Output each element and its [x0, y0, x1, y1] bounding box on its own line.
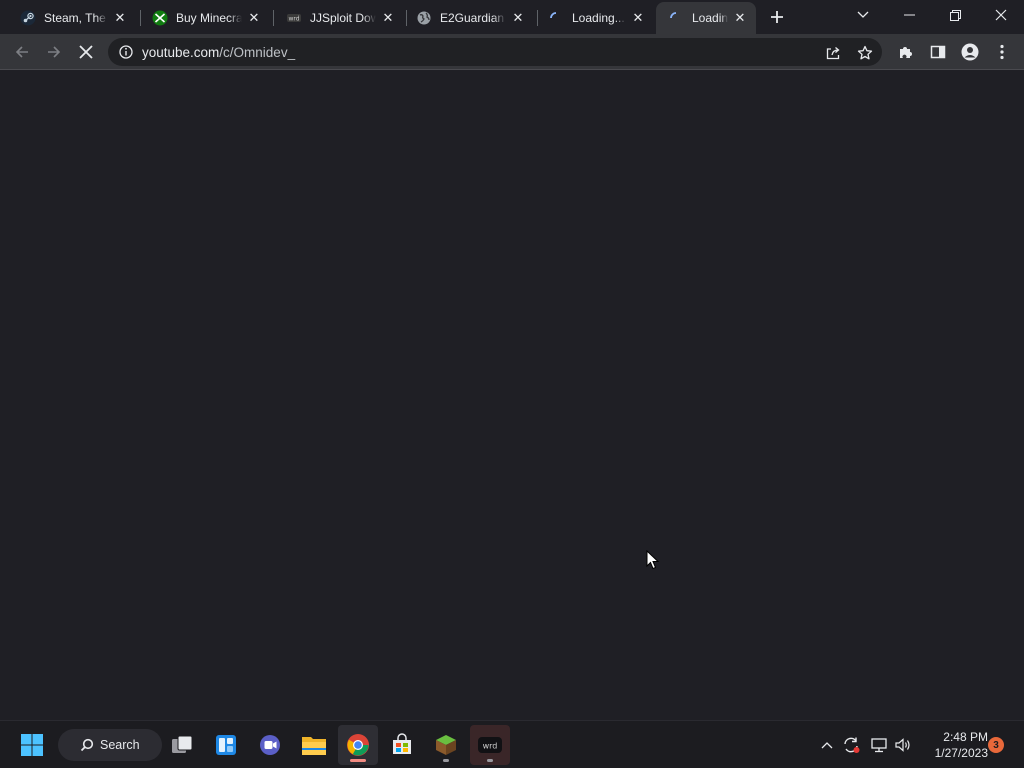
globe-icon [416, 10, 432, 26]
chrome-icon[interactable] [338, 725, 378, 765]
tab-close-icon[interactable]: ✕ [630, 10, 646, 26]
address-bar[interactable]: youtube.com/c/Omnidev_ [108, 38, 882, 66]
tab-close-icon[interactable]: ✕ [732, 10, 748, 26]
tab-title: Loading... [692, 11, 728, 25]
clock-date: 1/27/2023 [934, 746, 988, 760]
taskbar-search-button[interactable]: Search [58, 729, 162, 761]
restore-icon[interactable] [932, 0, 978, 30]
url-text[interactable]: youtube.com/c/Omnidev_ [142, 45, 295, 60]
teams-chat-icon[interactable] [250, 725, 290, 765]
menu-kebab-icon[interactable] [988, 38, 1016, 66]
minecraft-icon[interactable] [426, 725, 466, 765]
bookmark-star-icon[interactable] [856, 44, 874, 62]
active-app-indicator [350, 759, 366, 762]
tab-close-icon[interactable]: ✕ [510, 10, 526, 26]
search-label: Search [100, 738, 140, 752]
tab-close-icon[interactable]: ✕ [246, 10, 262, 26]
xbox-icon [152, 10, 168, 26]
clock-time: 2:48 PM [943, 730, 988, 744]
file-explorer-icon[interactable] [294, 725, 334, 765]
close-window-icon[interactable] [978, 0, 1024, 30]
steam-icon [20, 10, 36, 26]
side-panel-icon[interactable] [924, 38, 952, 66]
mouse-cursor-icon [646, 549, 660, 570]
wrd-app-icon[interactable]: wrd [470, 725, 510, 765]
tab-loading-1[interactable]: Loading... ✕ [536, 2, 654, 34]
tab-title: Loading... [572, 11, 625, 25]
back-arrow-icon[interactable] [8, 38, 36, 66]
task-view-icon[interactable] [162, 725, 202, 765]
extensions-puzzle-icon[interactable] [892, 38, 920, 66]
tab-e2guardian[interactable]: E2Guardian - Blocked ✕ [404, 2, 534, 34]
tab-minecraft[interactable]: Buy Minecraft ✕ [140, 2, 270, 34]
tab-search-chevron-down-icon[interactable] [840, 0, 886, 30]
stop-loading-icon[interactable] [72, 38, 100, 66]
tab-title: Buy Minecraft [176, 11, 242, 25]
site-info-icon[interactable] [118, 44, 134, 60]
url-path: /c/Omnidev_ [219, 44, 296, 60]
windows-start-icon[interactable] [12, 725, 52, 765]
tab-close-icon[interactable]: ✕ [112, 10, 128, 26]
wrd-icon: wrd [286, 10, 302, 26]
show-hidden-icons-chevron-up-icon[interactable] [816, 734, 838, 756]
loading-spinner-icon [668, 10, 684, 26]
tab-close-icon[interactable]: ✕ [380, 10, 396, 26]
notification-count-badge[interactable]: 3 [988, 737, 1004, 753]
share-icon[interactable] [824, 44, 842, 62]
browser-toolbar: youtube.com/c/Omnidev_ [0, 34, 1024, 70]
widgets-icon[interactable] [206, 725, 246, 765]
tab-title: JJSploit Download [310, 11, 376, 25]
tab-strip: Steam, The Ultimate Online Game Platform… [0, 0, 1024, 34]
new-tab-icon[interactable] [766, 6, 788, 28]
forward-arrow-icon[interactable] [40, 38, 68, 66]
sync-update-icon[interactable] [840, 734, 862, 756]
running-app-indicator [487, 759, 493, 762]
tab-title: Steam, The Ultimate Online Game Platform [44, 11, 108, 25]
tab-jjsploit[interactable]: wrd JJSploit Download ✕ [274, 2, 404, 34]
store-icon[interactable] [382, 725, 422, 765]
tab-title: E2Guardian - Blocked [440, 11, 506, 25]
loading-spinner-icon [548, 10, 564, 26]
search-icon [80, 738, 94, 752]
svg-text:wrd: wrd [483, 742, 498, 751]
network-icon[interactable] [868, 734, 890, 756]
tab-steam[interactable]: Steam, The Ultimate Online Game Platform… [8, 2, 136, 34]
profile-avatar-icon[interactable] [956, 38, 984, 66]
url-domain: youtube.com [142, 44, 220, 60]
taskbar: Search wrd 2:48 PM 1/27/2023 3 [0, 720, 1024, 768]
page-content-area [0, 71, 1024, 720]
system-clock[interactable]: 2:48 PM 1/27/2023 [918, 729, 988, 761]
svg-text:wrd: wrd [288, 16, 299, 23]
minimize-icon[interactable] [886, 0, 932, 30]
tab-loading-active[interactable]: Loading... ✕ [656, 2, 756, 34]
running-app-indicator [443, 759, 449, 762]
volume-icon[interactable] [892, 734, 914, 756]
